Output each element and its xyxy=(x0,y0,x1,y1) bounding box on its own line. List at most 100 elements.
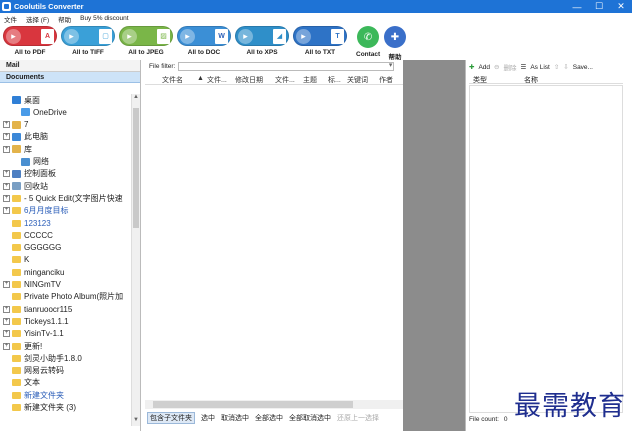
queue-pane: ✚ Add ⊖ 删除 ☰ As List ⇧ ⇩ Save... 类型 名称 F… xyxy=(465,60,632,431)
hscrollbar-thumb[interactable] xyxy=(153,401,353,408)
tree-node[interactable]: 新建文件夹 (3) xyxy=(3,402,76,414)
help-button[interactable]: ✚ 帮助 xyxy=(384,26,406,61)
expand-icon[interactable]: + xyxy=(3,121,10,129)
queue-list[interactable] xyxy=(469,85,623,413)
file-count-value: 0 xyxy=(503,416,508,423)
convert-button-pill[interactable]: ▸ W xyxy=(177,26,231,46)
convert-button-5[interactable]: ▸ T All to TXT xyxy=(293,26,347,56)
tree-node[interactable]: 文本 xyxy=(3,377,40,389)
contact-button[interactable]: ✆ Contact xyxy=(356,26,380,58)
expand-icon[interactable]: + xyxy=(3,182,10,190)
file-hscrollbar[interactable] xyxy=(145,400,403,409)
scrollbar-thumb[interactable] xyxy=(133,108,139,228)
convert-button-0[interactable]: ▸ A All to PDF xyxy=(3,26,57,56)
convert-button-3[interactable]: ▸ W All to DOC xyxy=(177,26,231,56)
move-up-icon[interactable]: ⇧ xyxy=(554,63,559,71)
convert-button-pill[interactable]: ▸ ▨ xyxy=(119,26,173,46)
delete-button[interactable]: 删除 xyxy=(503,62,516,72)
check-all-button[interactable]: 全部选中 xyxy=(255,413,283,423)
maximize-button[interactable]: ☐ xyxy=(588,0,610,13)
scroll-down-icon[interactable]: ▼ xyxy=(132,417,140,426)
tree-node[interactable]: + 回收站 xyxy=(3,180,48,192)
file-column-2[interactable]: 文件... xyxy=(207,75,227,85)
file-column-5[interactable]: 主题 xyxy=(303,75,317,85)
convert-button-1[interactable]: ▸ ▢ All to TIFF xyxy=(61,26,115,56)
file-column-0[interactable]: 文件名 xyxy=(162,75,183,85)
menu-file[interactable]: 文件 xyxy=(4,14,17,24)
tree-node[interactable]: + - 5 Quick Edit(文字图片快速 xyxy=(3,192,123,204)
tree-node[interactable]: 网络 xyxy=(12,156,49,168)
tab-documents[interactable]: Documents xyxy=(0,72,140,83)
convert-button-4[interactable]: ▸ ◢ All to XPS xyxy=(235,26,289,56)
scroll-up-icon[interactable]: ▲ xyxy=(132,94,140,103)
menu-help[interactable]: 帮助 xyxy=(58,14,71,24)
expand-icon[interactable]: + xyxy=(3,330,10,338)
tree-node[interactable]: + 库 xyxy=(3,143,32,155)
tree-node[interactable]: GGGGGG xyxy=(3,242,61,254)
expand-icon[interactable]: + xyxy=(3,207,10,215)
tree-node[interactable]: +6月月度目标 xyxy=(3,205,68,217)
tree-scrollbar[interactable]: ▲ ▼ xyxy=(131,94,140,426)
convert-button-pill[interactable]: ▸ A xyxy=(3,26,57,46)
move-down-icon[interactable]: ⇩ xyxy=(563,63,568,71)
uncheck-button[interactable]: 取消选中 xyxy=(221,413,249,423)
convert-button-pill[interactable]: ▸ ▢ xyxy=(61,26,115,46)
check-button[interactable]: 选中 xyxy=(201,413,215,423)
include-subfolders-button[interactable]: 包含子文件夹 xyxy=(147,411,195,424)
folder-icon xyxy=(12,244,21,252)
file-column-3[interactable]: 修改日期 xyxy=(235,75,263,85)
add-icon[interactable]: ✚ xyxy=(469,63,474,71)
expand-icon[interactable]: + xyxy=(3,342,10,350)
expand-icon[interactable]: + xyxy=(3,194,10,202)
tab-mail[interactable]: Mail xyxy=(0,60,140,72)
expand-icon[interactable]: + xyxy=(3,145,10,153)
convert-button-pill[interactable]: ▸ T xyxy=(293,26,347,46)
file-column-8[interactable]: 作者 xyxy=(379,75,393,85)
add-button[interactable]: Add xyxy=(478,64,490,71)
tree-node[interactable]: + 此电脑 xyxy=(3,131,48,143)
tree-node[interactable]: + Tickeys1.1.1 xyxy=(3,315,69,327)
convert-button-pill[interactable]: ▸ ◢ xyxy=(235,26,289,46)
file-column-7[interactable]: 关键词 xyxy=(347,75,368,85)
restore-selection-button[interactable]: 还原上一选择 xyxy=(337,413,379,423)
menu-discount[interactable]: Buy 5% discount xyxy=(80,15,128,22)
tree-node[interactable]: Private Photo Album(照片加 xyxy=(3,291,123,303)
tree-node-label: minganciku xyxy=(24,267,65,277)
close-button[interactable]: ✕ xyxy=(610,0,632,13)
as-list-button[interactable]: As List xyxy=(530,64,550,71)
tree-node[interactable]: 剑灵小助手1.8.0 xyxy=(3,352,82,364)
tree-node[interactable]: + NINGmTV xyxy=(3,279,61,291)
tree-node[interactable]: 网易云转码 xyxy=(3,365,64,377)
tree-node[interactable]: + tianruoocr115 xyxy=(3,303,72,315)
expand-icon[interactable]: + xyxy=(3,317,10,325)
lifebuoy-icon: ✚ xyxy=(384,26,406,48)
expand-icon[interactable]: + xyxy=(3,305,10,313)
tree-node[interactable]: OneDrive xyxy=(12,106,67,118)
tree-node[interactable]: +7 xyxy=(3,119,28,131)
tree-node[interactable]: minganciku xyxy=(3,266,64,278)
file-filter-input[interactable] xyxy=(178,61,395,71)
sort-ascending-icon[interactable]: ▲ xyxy=(197,75,204,82)
column-name[interactable]: 名称 xyxy=(524,75,538,85)
tree-node[interactable]: K xyxy=(3,254,29,266)
tree-node[interactable]: + 更新! xyxy=(3,340,42,352)
delete-icon: ⊖ xyxy=(494,64,500,71)
expand-icon[interactable]: + xyxy=(3,281,10,288)
tree-node[interactable]: CCCCC xyxy=(3,229,53,241)
folder-icon xyxy=(12,305,21,313)
column-type[interactable]: 类型 xyxy=(473,75,487,85)
tree-node[interactable]: 新建文件夹 xyxy=(3,389,64,401)
minimize-button[interactable]: — xyxy=(566,0,588,13)
tree-node[interactable]: + YisinTv-1.1 xyxy=(3,328,64,340)
file-column-6[interactable]: 标... xyxy=(328,75,341,85)
menu-select[interactable]: 选择 (F) xyxy=(26,14,49,24)
save-button[interactable]: Save... xyxy=(573,64,593,71)
convert-button-2[interactable]: ▸ ▨ All to JPEG xyxy=(119,26,173,56)
tree-node[interactable]: 123123 xyxy=(3,217,51,229)
file-column-4[interactable]: 文件... xyxy=(275,75,295,85)
expand-icon[interactable]: + xyxy=(3,133,10,141)
tree-node[interactable]: 桌面 xyxy=(3,94,40,106)
uncheck-all-button[interactable]: 全部取消选中 xyxy=(289,413,331,423)
expand-icon[interactable]: + xyxy=(3,170,10,178)
tree-node[interactable]: + 控制面板 xyxy=(3,168,56,180)
